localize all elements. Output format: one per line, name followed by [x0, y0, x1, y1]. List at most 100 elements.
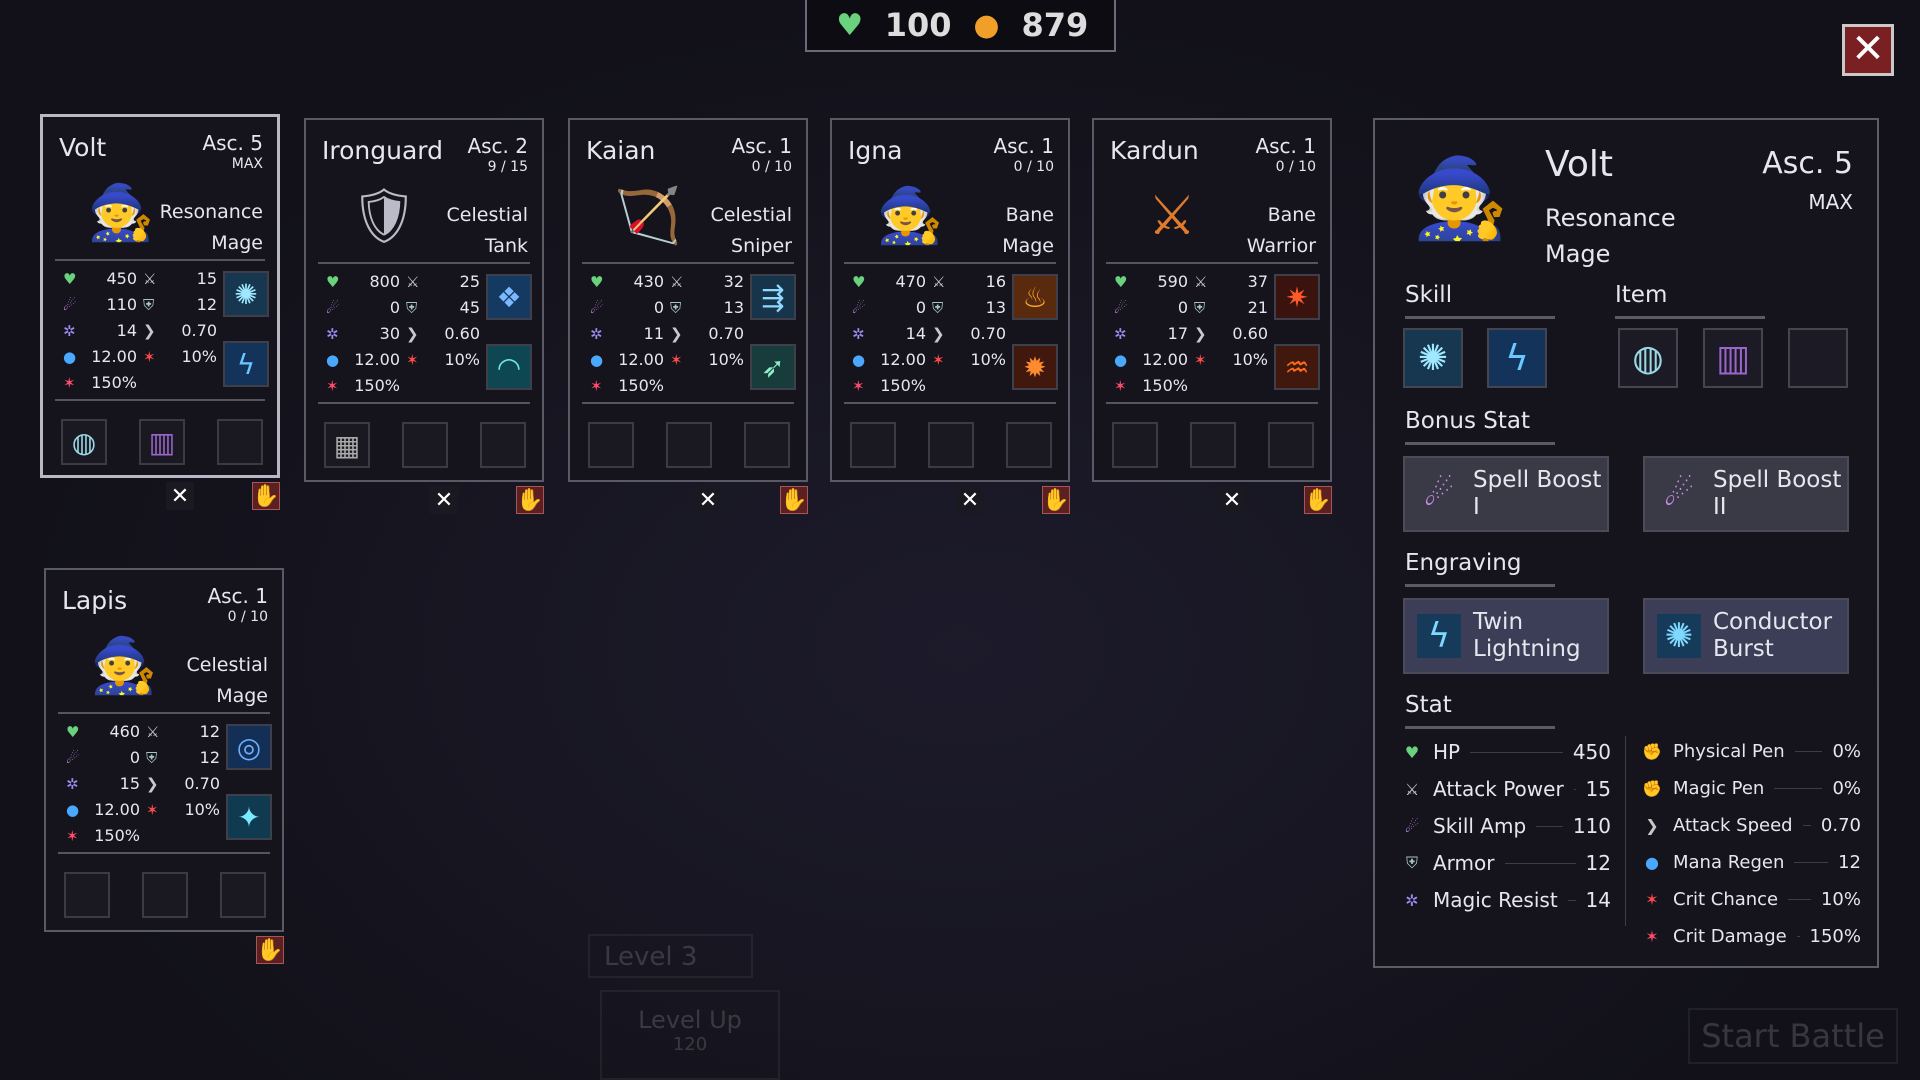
empty-item-slot[interactable]	[64, 872, 110, 918]
sell-hand-icon[interactable]: ✋	[516, 486, 544, 514]
unit-role-1: Celestial	[710, 204, 792, 226]
explosion-icon[interactable]: ✷	[1274, 274, 1320, 320]
lightning-strike-skill-icon[interactable]: ϟ	[1487, 328, 1547, 388]
empty-item-slot[interactable]	[1112, 422, 1158, 468]
empty-item-slot[interactable]	[402, 422, 448, 468]
stat-amp-value: 110	[106, 295, 137, 314]
empty-item-slot[interactable]	[1788, 328, 1848, 388]
bonus-spell-boost-1[interactable]: ☄ Spell Boost I	[1403, 456, 1609, 532]
mage-sprite-icon: 🧙	[87, 181, 155, 244]
heart-stat-icon: ♥	[1404, 742, 1420, 762]
chainmail-icon[interactable]: ▦	[324, 422, 370, 468]
unit-card-kaian[interactable]: Kaian Asc. 10 / 10 🏹 Celestial Sniper ♥ 430 ⚔ 32…	[568, 118, 808, 482]
spellbook-icon[interactable]: ▥	[139, 419, 185, 465]
fire-pillar-icon[interactable]: ♨	[1012, 274, 1058, 320]
lightning-bolt-icon[interactable]: ϟ	[223, 341, 269, 387]
stat-hp: ♥ 470	[852, 272, 926, 291]
sell-hand-icon[interactable]: ✋	[252, 482, 280, 510]
bonus-spell-boost-2[interactable]: ☄ Spell Boost II	[1643, 456, 1849, 532]
fire-burst-icon[interactable]: ✹	[1012, 344, 1058, 390]
heart-stat-icon: ♥	[1114, 272, 1128, 291]
unit-card-kardun[interactable]: Kardun Asc. 10 / 10 ⚔ Bane Warrior ♥ 590 ⚔ 37 ☄ 0 ⛨…	[1092, 118, 1332, 482]
empty-item-slot[interactable]	[1190, 422, 1236, 468]
sell-hand-icon[interactable]: ✋	[780, 486, 808, 514]
empty-item-slot[interactable]	[142, 872, 188, 918]
empty-item-slot[interactable]	[220, 872, 266, 918]
stat-aspd: ❯ 0.70	[146, 774, 220, 793]
magic-resist-stat-icon: ✲	[66, 774, 79, 793]
crossed-swords-icon[interactable]: ✕	[166, 482, 194, 510]
spellbook-item-icon[interactable]: ▥	[1703, 328, 1763, 388]
stat-atk-value: 16	[985, 272, 1006, 291]
empty-item-slot[interactable]	[480, 422, 526, 468]
crossed-swords-icon[interactable]: ✕	[430, 486, 458, 514]
sell-hand-icon[interactable]: ✋	[1042, 486, 1070, 514]
crystal-orb-item-icon[interactable]: ◍	[1618, 328, 1678, 388]
whirlwind-icon[interactable]: ◎	[226, 724, 272, 770]
stat-hp-value: 460	[109, 722, 140, 741]
empty-item-slot[interactable]	[217, 419, 263, 465]
close-button[interactable]: ✕	[1842, 24, 1894, 76]
engraving-1-line2: Lightning	[1473, 636, 1581, 662]
lightning-burst-icon[interactable]: ✺	[223, 271, 269, 317]
unit-role: Celestial Mage	[187, 650, 268, 712]
detail-stat-row: ✊ Physical Pen 0%	[1641, 740, 1861, 762]
stat-atk-value: 12	[199, 722, 220, 741]
crit-chance-stat-icon: ✶	[406, 350, 419, 369]
stat-cdmg-value: 150%	[354, 376, 400, 395]
stat-divider	[1625, 736, 1626, 926]
unit-ascension-progress: 0 / 10	[1275, 159, 1316, 175]
shield-dome-icon[interactable]: ❖	[486, 274, 532, 320]
mana-stat-icon: ●	[63, 347, 77, 366]
resource-bar: ♥ 100 ● 879	[805, 0, 1116, 52]
arrow-volley-icon[interactable]: ⇶	[750, 274, 796, 320]
detail-stat-label: Crit Chance	[1673, 888, 1779, 910]
mana-stat-icon: ●	[326, 350, 340, 369]
card-divider	[55, 259, 265, 261]
ice-spike-icon[interactable]: ✦	[226, 794, 272, 840]
empty-item-slot[interactable]	[1006, 422, 1052, 468]
barrier-icon[interactable]: ◠	[486, 344, 532, 390]
spell-boost-icon: ☄	[1423, 473, 1455, 514]
attack-speed-stat-icon: ❯	[932, 324, 945, 343]
piercing-arrow-icon[interactable]: ➶	[750, 344, 796, 390]
detail-stat-row: ✶ Crit Chance 10%	[1641, 888, 1861, 910]
crystal-orb-icon[interactable]: ◍	[61, 419, 107, 465]
engraving-conductor-burst[interactable]: ✺ Conductor Burst	[1643, 598, 1849, 674]
crossed-swords-icon[interactable]: ✕	[1218, 486, 1246, 514]
sword-stat-icon: ⚔	[406, 272, 420, 291]
unit-card-volt[interactable]: Volt Asc. 5 MAX 🧙 Resonance Mage ♥ 450 ⚔ 15 ☄ 110 ⛨ 1…	[40, 114, 280, 478]
empty-item-slot[interactable]	[928, 422, 974, 468]
stat-mana: ● 12.00	[66, 800, 140, 819]
engraving-twin-lightning[interactable]: ϟ Twin Lightning	[1403, 598, 1609, 674]
unit-card-ironguard[interactable]: Ironguard Asc. 29 / 15 🛡 Celestial Tank ♥ 800 ⚔…	[304, 118, 544, 482]
skill-amp-stat-icon: ☄	[66, 748, 80, 767]
mage-sprite-icon: 🧙	[1411, 154, 1509, 244]
sell-hand-icon[interactable]: ✋	[256, 936, 284, 964]
empty-item-slot[interactable]	[666, 422, 712, 468]
crossed-swords-icon[interactable]: ✕	[956, 486, 984, 514]
empty-item-slot[interactable]	[850, 422, 896, 468]
skill-amp-stat-icon: ☄	[590, 298, 604, 317]
stat-amp: ☄ 0	[66, 748, 140, 767]
empty-item-slot[interactable]	[588, 422, 634, 468]
armor-stat-icon: ⛨	[932, 298, 944, 317]
empty-item-slot[interactable]	[744, 422, 790, 468]
unit-card-lapis[interactable]: Lapis Asc. 10 / 10 🧙 Celestial Mage ♥ 460 ⚔ 12 ☄ 0…	[44, 568, 284, 932]
coin-icon: ●	[973, 7, 1000, 43]
empty-item-slot[interactable]	[1268, 422, 1314, 468]
unit-card-igna[interactable]: Igna Asc. 10 / 10 🧙 Bane Mage ♥ 470 ⚔ 16 ☄ 0 ⛨ 13 ✲ 14…	[830, 118, 1070, 482]
detail-role-2: Mage	[1545, 240, 1611, 268]
stat-atk: ⚔ 37	[1194, 272, 1268, 291]
unit-ascension: Asc. 1	[993, 134, 1054, 158]
mana-stat-icon: ●	[66, 800, 80, 819]
chain-lightning-skill-icon[interactable]: ✺	[1403, 328, 1463, 388]
unit-ascension: Asc. 1	[207, 584, 268, 608]
lava-pool-icon[interactable]: ♒	[1274, 344, 1320, 390]
detail-stat-row: ❯ Attack Speed 0.70	[1641, 814, 1861, 836]
stat-mana-value: 12.00	[1142, 350, 1188, 369]
sell-hand-icon[interactable]: ✋	[1304, 486, 1332, 514]
engraving-2-line2: Burst	[1713, 636, 1774, 662]
crossed-swords-icon[interactable]: ✕	[694, 486, 722, 514]
armor-stat-icon: ⛨	[1405, 853, 1418, 872]
